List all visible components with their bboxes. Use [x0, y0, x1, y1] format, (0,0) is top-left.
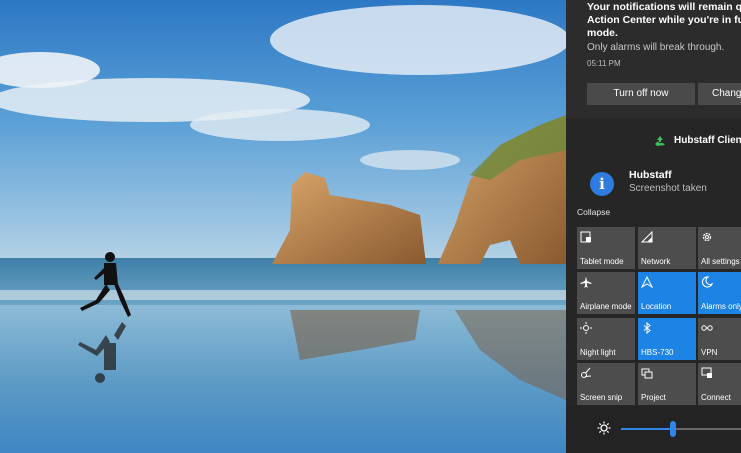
brightness-slider-fill: [621, 428, 673, 430]
quick-action-label: Alarms only: [701, 302, 741, 311]
bluetooth-icon: [643, 322, 651, 334]
project-icon: [641, 368, 653, 379]
notification-subtext: Only alarms will break through.: [587, 42, 725, 53]
moon-icon: [701, 276, 713, 288]
quick-action-alarms-only[interactable]: Alarms only: [698, 272, 741, 314]
focus-assist-notification: Your notifications will remain quie Acti…: [566, 0, 741, 118]
turn-off-now-button[interactable]: Turn off now: [587, 83, 695, 105]
quick-action-network[interactable]: Network: [638, 227, 696, 269]
quick-action-night-light[interactable]: Night light: [577, 318, 635, 360]
collapse-link[interactable]: Collapse: [577, 207, 610, 217]
vpn-icon: [701, 325, 713, 331]
change-button[interactable]: Change: [698, 83, 741, 105]
quick-action-label: Night light: [580, 348, 616, 357]
scissors-icon: [581, 367, 592, 378]
quick-action-label: Tablet mode: [580, 257, 624, 266]
recycle-icon: [655, 136, 665, 146]
location-icon: [641, 276, 653, 288]
brightness-icon: [597, 421, 611, 435]
action-center-panel: Your notifications will remain quie Acti…: [566, 0, 741, 453]
quick-action-label: HBS-730: [641, 348, 674, 357]
quick-action-label: Airplane mode: [580, 302, 632, 311]
quick-action-vpn[interactable]: VPN: [698, 318, 741, 360]
quick-action-hbs-730[interactable]: HBS-730: [638, 318, 696, 360]
brightness-slider-thumb[interactable]: [670, 421, 676, 437]
quick-action-label: VPN: [701, 348, 718, 357]
quick-action-label: Location: [641, 302, 672, 311]
quick-action-label: Screen snip: [580, 393, 623, 402]
quick-action-airplane-mode[interactable]: Airplane mode: [577, 272, 635, 314]
quick-action-all-settings[interactable]: All settings: [698, 227, 741, 269]
info-icon: i: [590, 172, 614, 196]
hubstaff-notification-subtitle: Screenshot taken: [629, 183, 707, 194]
airplane-icon: [580, 276, 592, 288]
quick-action-tablet-mode[interactable]: Tablet mode: [577, 227, 635, 269]
hubstaff-notification-title[interactable]: Hubstaff: [629, 169, 672, 181]
quick-action-label: All settings: [701, 257, 740, 266]
desktop-wallpaper: [0, 0, 566, 453]
quick-action-location[interactable]: Location: [638, 272, 696, 314]
app-group-name: Hubstaff Client: [674, 135, 741, 146]
quick-action-project[interactable]: Project: [638, 363, 696, 405]
network-icon: [641, 231, 653, 243]
notification-time: 05:11 PM: [587, 59, 621, 68]
sun-icon: [580, 322, 592, 334]
notification-message: Your notifications will remain quie Acti…: [587, 1, 741, 39]
quick-action-screen-snip[interactable]: Screen snip: [577, 363, 635, 405]
tablet-mode-icon: [580, 231, 591, 243]
quick-action-label: Network: [641, 257, 671, 266]
gear-icon: [702, 232, 712, 242]
connect-icon: [701, 367, 712, 378]
quick-action-label: Connect: [701, 393, 731, 402]
quick-action-connect[interactable]: Connect: [698, 363, 741, 405]
quick-action-label: Project: [641, 393, 666, 402]
